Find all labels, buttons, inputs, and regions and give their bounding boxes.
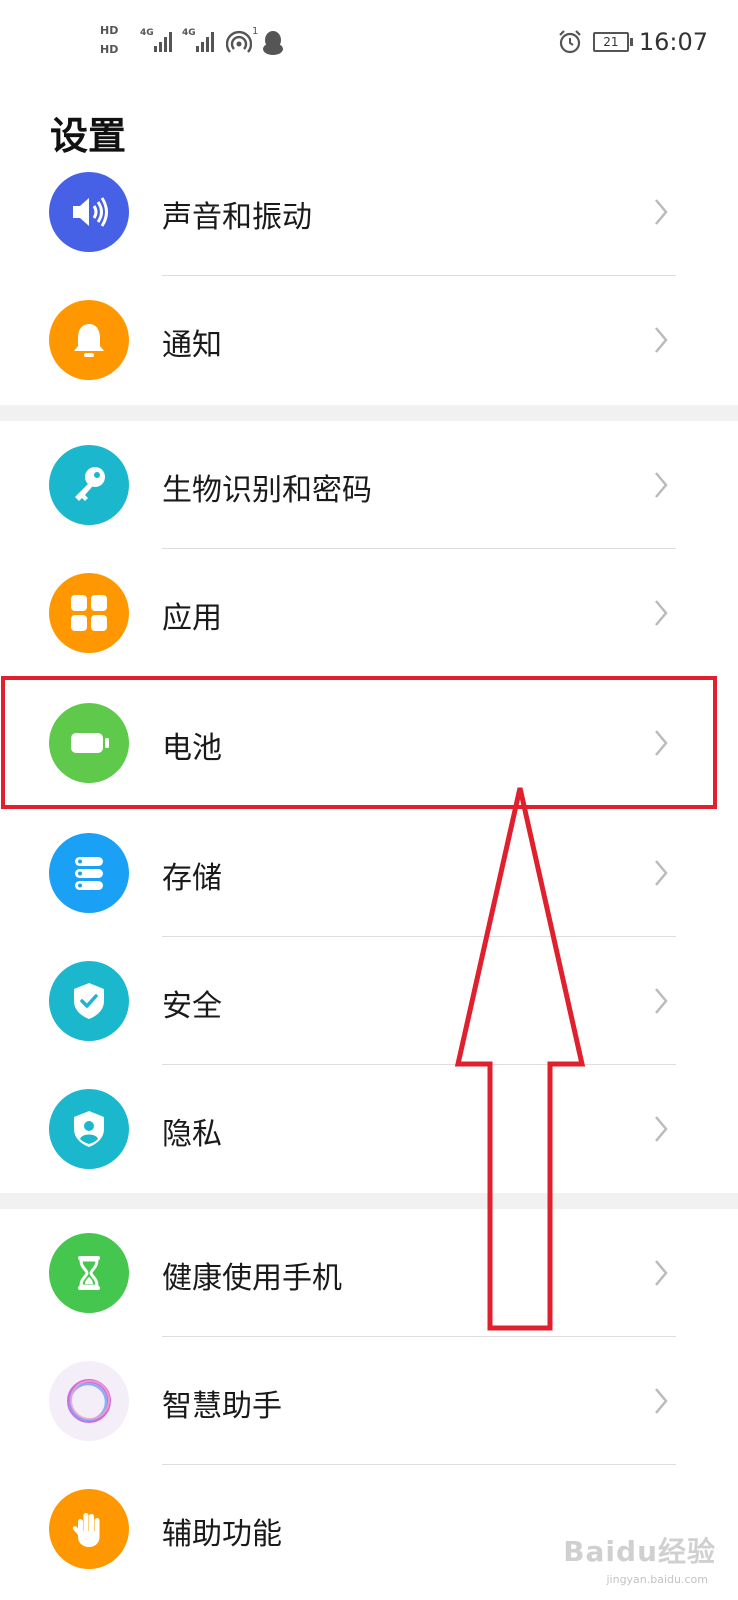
watermark: Baidu经验 (563, 1535, 716, 1568)
settings-item-privacy[interactable]: 隐私 (0, 1065, 738, 1193)
settings-item-label: 生物识别和密码 (162, 473, 372, 508)
settings-item-biometrics[interactable]: 生物识别和密码 (0, 421, 738, 549)
chevron-right-icon (655, 1260, 668, 1286)
privacy-icon (49, 1089, 129, 1169)
ring-icon (49, 1361, 129, 1441)
section-separator (0, 405, 738, 421)
chevron-right-icon (655, 327, 668, 353)
status-bar: HD HD 4G 4G 1 21 16:07 (0, 0, 738, 90)
battery-indicator: 21 (592, 32, 633, 52)
watermark-url: jingyan.baidu.com (606, 1573, 708, 1586)
settings-item-label: 隐私 (162, 1117, 222, 1152)
settings-item-digital-balance[interactable]: 健康使用手机 (0, 1209, 738, 1337)
settings-item-sound[interactable]: 声音和振动 (0, 148, 738, 276)
settings-item-label: 健康使用手机 (162, 1261, 342, 1296)
settings-item-apps[interactable]: 应用 (0, 549, 738, 677)
hd-indicators: HD HD (100, 24, 134, 66)
settings-item-label: 通知 (162, 328, 222, 363)
chevron-right-icon (655, 199, 668, 225)
hd-sim2-label: HD (100, 43, 119, 56)
hourglass-icon (49, 1233, 129, 1313)
chevron-right-icon (655, 1116, 668, 1142)
storage-icon (49, 833, 129, 913)
up-arrow-annotation (454, 787, 586, 1331)
hd-sim1-label: HD (100, 24, 119, 37)
grid-icon (49, 573, 129, 653)
settings-item-notifications[interactable]: 通知 (0, 276, 738, 404)
chevron-right-icon (655, 860, 668, 886)
qq-icon (263, 31, 283, 55)
settings-item-storage[interactable]: 存储 (0, 809, 738, 937)
chevron-right-icon (655, 600, 668, 626)
settings-item-label: 安全 (162, 989, 222, 1024)
bell-icon (49, 300, 129, 380)
section-separator (0, 1193, 738, 1209)
settings-item-label: 智慧助手 (162, 1389, 282, 1424)
clock: 16:07 (638, 28, 708, 56)
signal-icon (154, 32, 172, 52)
hand-icon (49, 1489, 129, 1569)
settings-item-smart-assistant[interactable]: 智慧助手 (0, 1337, 738, 1465)
settings-item-label: 应用 (162, 601, 222, 636)
key-icon (49, 445, 129, 525)
highlight-box (1, 676, 717, 809)
chevron-right-icon (655, 1388, 668, 1414)
chevron-right-icon (655, 988, 668, 1014)
hotspot-icon (226, 30, 252, 53)
settings-item-security[interactable]: 安全 (0, 937, 738, 1065)
settings-item-label: 存储 (162, 861, 222, 896)
shield-check-icon (49, 961, 129, 1041)
speaker-icon (49, 172, 129, 252)
alarm-icon (559, 30, 581, 54)
chevron-right-icon (655, 472, 668, 498)
signal-icon (196, 32, 214, 52)
settings-item-label: 声音和振动 (162, 200, 312, 235)
settings-item-label: 辅助功能 (162, 1517, 282, 1552)
hotspot-count: 1 (252, 26, 259, 37)
